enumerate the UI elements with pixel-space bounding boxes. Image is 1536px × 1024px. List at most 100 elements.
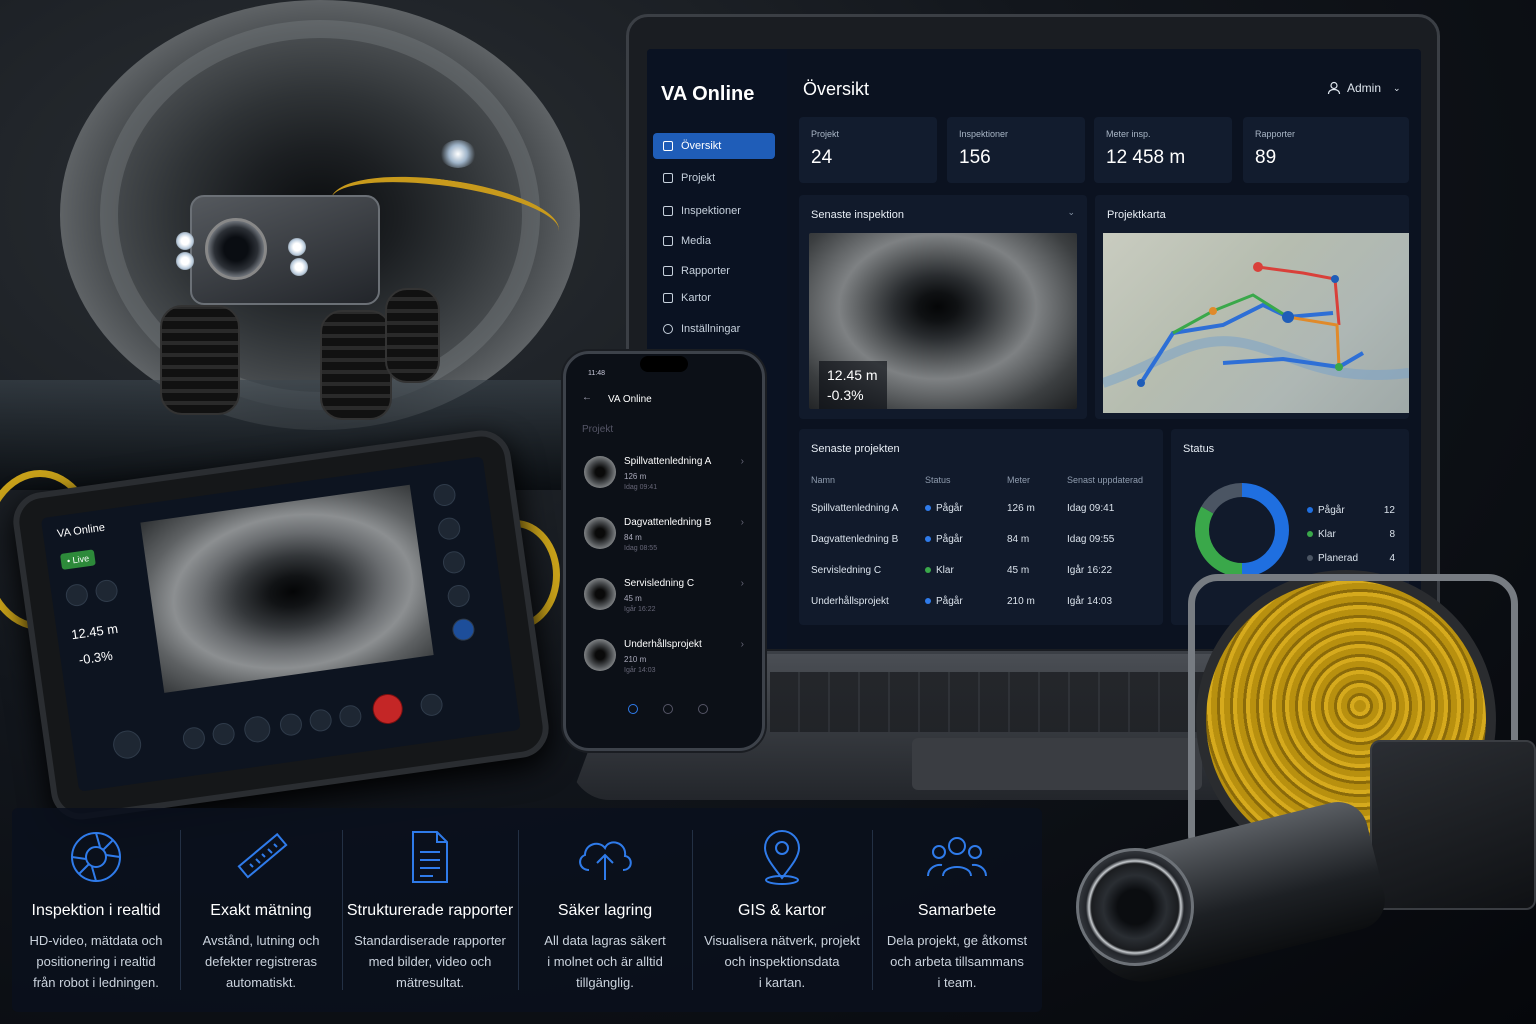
- light-icon[interactable]: [441, 549, 467, 575]
- chevron-down-icon: ⌄: [1393, 82, 1401, 93]
- laptop-keyboard: [770, 672, 1210, 732]
- control-icon[interactable]: [278, 712, 304, 738]
- nav-item-inspektioner[interactable]: Inspektioner: [653, 198, 775, 224]
- chevron-down-icon[interactable]: ⌄: [1067, 207, 1075, 218]
- feature-gis: GIS & kartor Visualisera nätverk, projek…: [692, 808, 872, 1012]
- app-brand: VA Online: [661, 83, 755, 105]
- control-icon[interactable]: [337, 703, 363, 729]
- inspection-video-thumb[interactable]: 12.45 m -0.3%: [809, 233, 1077, 409]
- robot-lamp: [176, 252, 194, 270]
- nav-item-kartor[interactable]: Kartor: [653, 285, 775, 311]
- chevron-right-icon: ›: [740, 456, 744, 467]
- column-header: Meter: [1007, 475, 1031, 485]
- map-pin[interactable]: [1331, 275, 1339, 283]
- latest-inspection-panel: Senaste inspektion ⌄ 12.45 m -0.3%: [799, 195, 1087, 419]
- legend-item: Pågår 12: [1307, 505, 1395, 516]
- table-cell: Servisledning C: [811, 565, 882, 576]
- project-map[interactable]: [1103, 233, 1409, 413]
- list-item[interactable]: Servisledning C 45 m Igår 16:22 ›: [580, 572, 750, 624]
- tilt-icon[interactable]: [446, 583, 472, 609]
- tab-icon[interactable]: [663, 704, 673, 714]
- list-item[interactable]: Dagvattenledning B 84 m Idag 08:55 ›: [580, 511, 750, 563]
- status-dot: [925, 505, 931, 512]
- project-updated: Idag 08:55: [624, 545, 658, 552]
- back-arrow-icon[interactable]: ←: [582, 392, 592, 403]
- zoom-icon[interactable]: [436, 516, 462, 542]
- slope-readout: -0.3%: [77, 647, 114, 668]
- smartphone: 11:48 ← VA Online Projekt Spillvattenled…: [563, 351, 765, 751]
- ruler-icon: [237, 832, 288, 879]
- map-pin[interactable]: [1335, 363, 1343, 371]
- map-pin[interactable]: [1209, 307, 1217, 315]
- refresh-icon[interactable]: [64, 582, 90, 608]
- nav-item-media[interactable]: Media: [653, 228, 775, 254]
- table-cell: Spillvattenledning A: [811, 503, 899, 514]
- tab-icon[interactable]: [628, 704, 638, 714]
- push-camera-lens: [1076, 848, 1194, 966]
- project-name: Spillvattenledning A: [624, 456, 712, 467]
- pipe-thumbnail: [584, 639, 616, 671]
- clipboard-icon: [663, 206, 673, 216]
- status-badge: Pågår: [925, 534, 963, 545]
- map-routes: [1103, 262, 1409, 388]
- map-pin[interactable]: [1137, 379, 1145, 387]
- stat-card: Rapporter 89: [1243, 117, 1409, 183]
- legend-dot: [1307, 555, 1313, 562]
- legend-item: Planerad 4: [1307, 553, 1395, 564]
- page-title: Översikt: [803, 79, 870, 99]
- legend-value: 4: [1389, 553, 1395, 564]
- gear-icon: [663, 324, 673, 334]
- live-video-feed[interactable]: [140, 484, 434, 693]
- record-button[interactable]: [370, 692, 405, 726]
- phone-app-title: VA Online: [608, 394, 652, 405]
- feature-collaboration: Samarbete Dela projekt, ge åtkomst och a…: [872, 808, 1042, 1012]
- table-cell: Dagvattenledning B: [811, 534, 899, 545]
- control-icon[interactable]: [211, 721, 237, 747]
- control-icon[interactable]: [308, 707, 334, 733]
- nav-item-oversikt[interactable]: Översikt: [653, 133, 775, 159]
- cloud-upload-icon: [579, 841, 632, 880]
- project-meter: 45 m: [624, 594, 642, 603]
- tab-icon[interactable]: [698, 704, 708, 714]
- stat-card: Inspektioner 156: [947, 117, 1085, 183]
- stop-icon[interactable]: [242, 714, 272, 744]
- stat-card: Meter insp. 12 458 m: [1094, 117, 1232, 183]
- project-meter: 84 m: [624, 533, 642, 542]
- legend-label: Pågår: [1318, 505, 1345, 516]
- status-donut-chart: [1195, 483, 1289, 577]
- feature-storage: Säker lagring All data lagras säkert i m…: [518, 808, 692, 1012]
- map-pin[interactable]: [1282, 311, 1294, 323]
- legend-value: 8: [1389, 529, 1395, 540]
- media-icon: [663, 236, 673, 246]
- legend-dot: [1307, 531, 1313, 538]
- list-item[interactable]: Spillvattenledning A 126 m Idag 09:41 ›: [580, 450, 750, 502]
- control-icon[interactable]: [181, 725, 207, 751]
- legend-value: 12: [1383, 505, 1395, 516]
- table-cell: Idag 09:55: [1067, 534, 1115, 545]
- project-updated: Idag 09:41: [624, 484, 658, 491]
- user-icon: [1327, 81, 1341, 95]
- list-item[interactable]: Underhållsprojekt 210 m Igår 14:03 ›: [580, 633, 750, 685]
- settings-icon[interactable]: [94, 578, 119, 604]
- tunnel-light: [440, 140, 476, 168]
- map-pin[interactable]: [1253, 262, 1263, 272]
- robot-lamp: [288, 238, 306, 256]
- feature-reports: Strukturerade rapporter Standardiserade …: [342, 808, 518, 1012]
- pipe-thumbnail: [584, 517, 616, 549]
- status-badge: Pågår: [925, 596, 963, 607]
- chevron-right-icon: ›: [740, 578, 744, 589]
- nav-item-rapporter[interactable]: Rapporter: [653, 258, 775, 284]
- camera-icon[interactable]: [432, 482, 457, 508]
- control-icon[interactable]: [419, 692, 444, 718]
- snapshot-icon[interactable]: [450, 617, 476, 643]
- nav-item-installningar[interactable]: Inställningar: [653, 316, 775, 342]
- column-header: Namn: [811, 475, 836, 485]
- measurement-overlay: 12.45 m -0.3%: [819, 361, 887, 409]
- latest-projects-panel: Senaste projekten Namn Status Meter Sena…: [799, 429, 1163, 625]
- table-cell: 45 m: [1007, 565, 1030, 576]
- user-menu[interactable]: Admin ⌄: [1327, 81, 1401, 95]
- robot-drive-icon[interactable]: [111, 728, 143, 761]
- project-name: Underhållsprojekt: [624, 639, 702, 650]
- nav-item-projekt[interactable]: Projekt: [653, 165, 775, 191]
- table-cell: Idag 09:41: [1067, 503, 1115, 514]
